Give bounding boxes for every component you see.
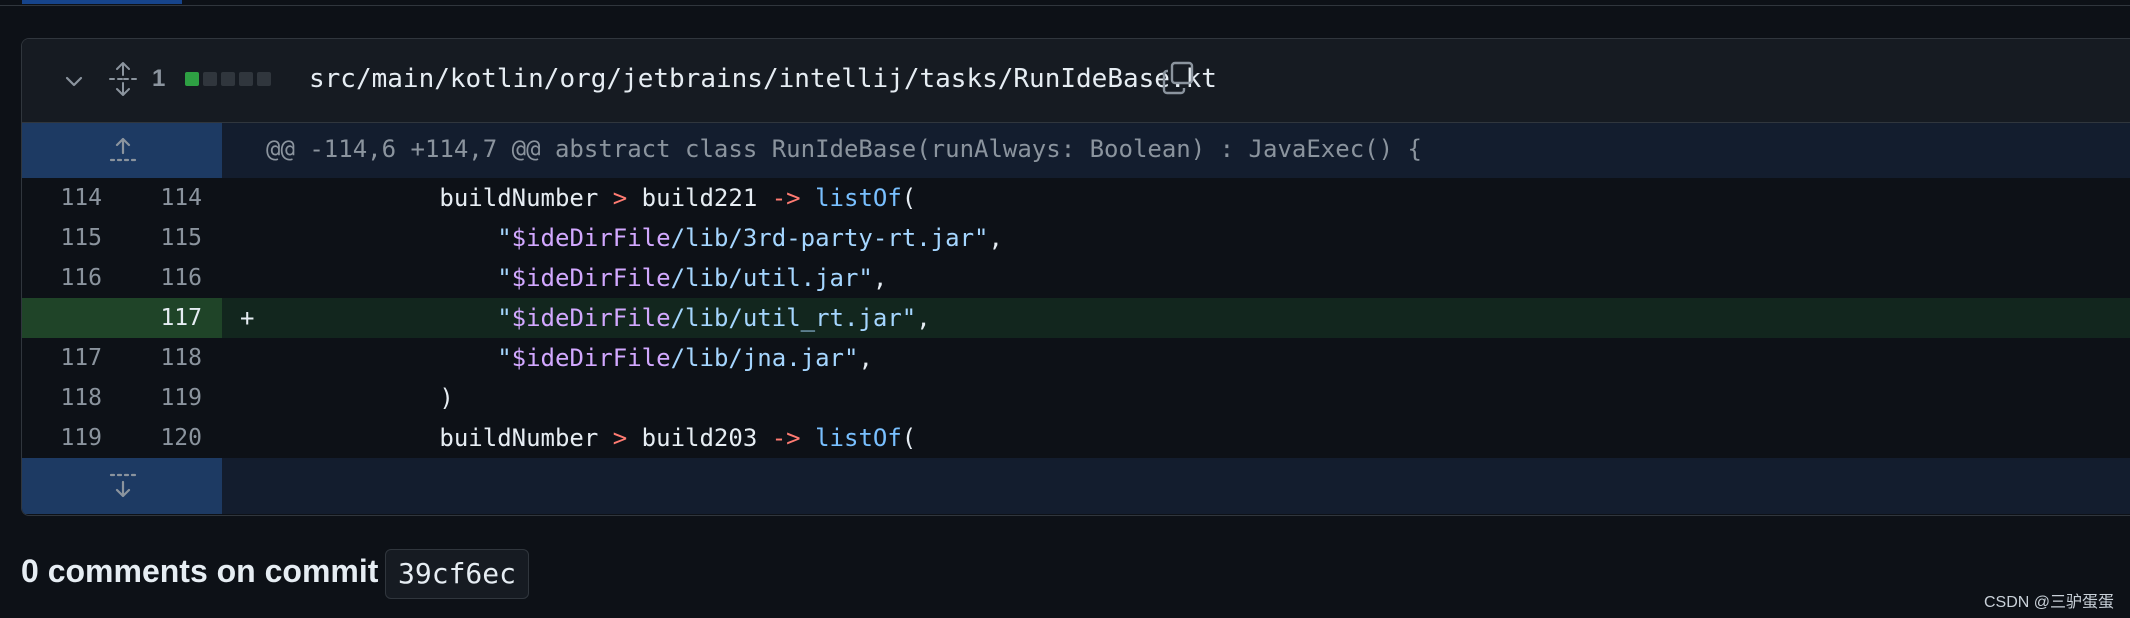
code-token: " [497,264,512,292]
context-line: 117 118 "$ideDirFile/lib/jna.jar", [22,338,2130,378]
context-line: 119 120 buildNumber > build203 -> listOf( [22,418,2130,458]
old-line-number[interactable]: 115 [22,218,102,258]
new-line-number[interactable]: 117 [122,298,202,338]
unfold-icon[interactable] [108,61,138,97]
file-diff: 1 src/main/kotlin/org/jetbrains/intellij… [21,38,2130,516]
new-line-number[interactable]: 114 [122,178,202,218]
diffstat-block [185,72,199,86]
code-token: -> [771,184,801,212]
code-token: ) [266,384,454,412]
new-line-number[interactable]: 116 [122,258,202,298]
previous-file-edge [0,0,2130,6]
chevron-down-icon[interactable] [62,69,86,93]
code-token: /lib/util.jar" [670,264,873,292]
diff-table: @@ -114,6 +114,7 @@ abstract class RunId… [22,123,2130,514]
code-text: buildNumber > build221 -> listOf( [266,178,916,218]
watermark: CSDN @三驴蛋蛋 [1983,594,2114,611]
hunk-header-row: @@ -114,6 +114,7 @@ abstract class RunId… [22,123,2130,178]
code-token: /lib/3rd-party-rt.jar" [670,224,989,252]
code-text: buildNumber > build203 -> listOf( [266,418,916,458]
code-text: "$ideDirFile/lib/util_rt.jar", [266,298,931,338]
hunk-header: @@ -114,6 +114,7 @@ abstract class RunId… [266,135,1422,163]
code-lines: 114 114 buildNumber > build221 -> listOf(… [22,178,2130,458]
code-text: "$ideDirFile/lib/util.jar", [266,258,887,298]
new-line-number[interactable]: 120 [122,418,202,458]
diffstat-block [239,72,253,86]
diffstat-block [257,72,271,86]
code-token: , [872,264,888,292]
old-line-number[interactable]: 114 [22,178,102,218]
new-line-number[interactable]: 115 [122,218,202,258]
previous-expander-edge [22,0,182,4]
diffstat [185,72,271,86]
copy-icon[interactable] [1162,61,1194,95]
context-line: 114 114 buildNumber > build221 -> listOf( [22,178,2130,218]
code-token: buildNumber [266,424,613,452]
code-token: buildNumber [266,184,613,212]
expand-up-icon [109,137,137,162]
code-token: listOf [815,184,902,212]
old-line-number[interactable]: 119 [22,418,102,458]
code-text: "$ideDirFile/lib/jna.jar", [266,338,873,378]
code-token: , [916,304,931,332]
code-token: > [612,184,628,212]
commit-sha[interactable]: 39cf6ec [385,549,530,599]
code-token: -> [771,424,801,452]
code-token: " [497,304,512,332]
diffstat-block [221,72,235,86]
expand-down-icon [109,473,137,498]
hunk-footer-row [22,458,2130,514]
code-token: build221 [627,184,772,212]
code-token: " [497,224,512,252]
old-line-number[interactable]: 118 [22,378,102,418]
code-token: build203 [627,424,772,452]
expand-up-button[interactable] [22,123,222,178]
old-line-number[interactable] [22,298,102,338]
code-token: $ideDirFile [511,264,671,292]
changes-count: 1 [152,65,166,92]
code-text: "$ideDirFile/lib/3rd-party-rt.jar", [266,218,1003,258]
context-line: 118 119 ) [22,378,2130,418]
added-line: 117 + "$ideDirFile/lib/util_rt.jar", [22,298,2130,338]
file-path[interactable]: src/main/kotlin/org/jetbrains/intellij/t… [309,64,1217,94]
code-text: ) [266,378,454,418]
code-token: $ideDirFile [511,304,671,332]
code-token: ( [901,424,917,452]
code-token: listOf [815,424,902,452]
code-token: $ideDirFile [511,224,671,252]
file-header: 1 src/main/kotlin/org/jetbrains/intellij… [22,39,2130,123]
context-line: 115 115 "$ideDirFile/lib/3rd-party-rt.jar… [22,218,2130,258]
code-token: > [612,424,628,452]
old-line-number[interactable]: 116 [22,258,102,298]
code-token: " [497,344,512,372]
new-line-number[interactable]: 119 [122,378,202,418]
context-line: 116 116 "$ideDirFile/lib/util.jar", [22,258,2130,298]
code-token: /lib/util_rt.jar" [670,304,917,332]
old-line-number[interactable]: 117 [22,338,102,378]
comments-heading: 0 comments on commit [21,553,379,589]
code-token: /lib/jna.jar" [670,344,859,372]
code-token: , [988,224,1003,252]
expand-down-button[interactable] [22,458,222,514]
code-token: ( [901,184,917,212]
diffstat-block [203,72,217,86]
code-token: , [858,344,873,372]
new-line-number[interactable]: 118 [122,338,202,378]
diff-marker: + [240,304,255,332]
code-token: $ideDirFile [511,344,671,372]
